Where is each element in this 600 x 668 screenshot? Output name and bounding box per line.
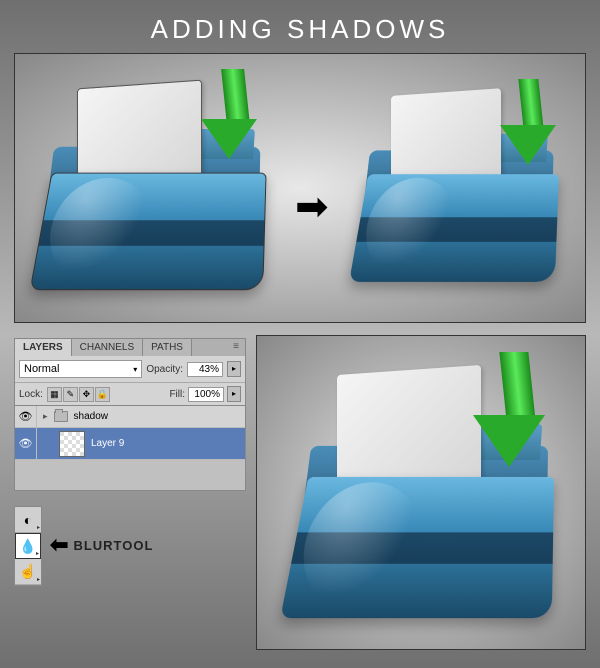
comparison-panel: ➡	[14, 53, 586, 323]
lock-position-icon[interactable]: ✥	[79, 387, 94, 402]
fill-input[interactable]: 100%	[188, 387, 224, 402]
eye-icon: 👁	[19, 410, 33, 423]
fill-label: Fill:	[169, 389, 185, 400]
page-title: ADDING SHADOWS	[0, 0, 600, 53]
eye-icon: 👁	[19, 437, 33, 450]
blend-mode-select[interactable]: Normal ▾	[19, 360, 142, 378]
folder-after	[345, 74, 575, 304]
download-arrow-icon	[481, 352, 553, 478]
expand-triangle-icon[interactable]: ▸	[43, 411, 48, 422]
layers-panel: LAYERS CHANNELS PATHS ≡ Normal ▾ Opacity…	[14, 338, 246, 491]
result-panel	[256, 335, 586, 650]
panel-tabs: LAYERS CHANNELS PATHS ≡	[15, 339, 245, 356]
smudge-tool-icon[interactable]: ☝▸	[15, 559, 41, 585]
panel-menu-icon[interactable]: ≡	[227, 339, 245, 356]
layer-row[interactable]: 👁 Layer 9	[15, 428, 245, 460]
layer-group-row[interactable]: 👁 ▸ shadow	[15, 406, 245, 428]
lock-transparent-icon[interactable]: ▦	[47, 387, 62, 402]
transition-arrow-icon: ➡	[295, 184, 329, 230]
blur-tool-callout: ⬅ BLURTOOL	[50, 532, 153, 558]
tab-layers[interactable]: LAYERS	[15, 339, 72, 356]
layer-name: Layer 9	[91, 438, 124, 449]
chevron-down-icon: ▾	[133, 365, 137, 374]
visibility-toggle[interactable]: 👁	[15, 428, 37, 459]
lock-label: Lock:	[19, 389, 43, 400]
visibility-toggle[interactable]: 👁	[15, 406, 37, 427]
layers-empty-area	[15, 460, 245, 490]
blur-tool-label: BLURTOOL	[73, 538, 153, 553]
lock-all-icon[interactable]: 🔒	[95, 387, 110, 402]
layer-thumbnail	[59, 431, 85, 457]
opacity-label: Opacity:	[146, 364, 183, 375]
opacity-input[interactable]: 43%	[187, 362, 223, 377]
download-arrow-icon	[207, 69, 264, 169]
pointer-arrow-icon: ⬅	[50, 532, 69, 558]
dodge-tool-icon[interactable]: ◐▸	[15, 507, 41, 533]
tools-strip: ◐▸ 💧▸ ☝▸	[14, 506, 42, 586]
lock-paint-icon[interactable]: ✎	[63, 387, 78, 402]
folder-icon	[54, 411, 68, 422]
tab-channels[interactable]: CHANNELS	[72, 339, 143, 356]
blend-mode-value: Normal	[24, 363, 59, 375]
fill-flyout-icon[interactable]: ▸	[227, 386, 241, 402]
tab-paths[interactable]: PATHS	[143, 339, 192, 356]
group-name: shadow	[74, 411, 108, 422]
blur-tool-icon[interactable]: 💧▸	[15, 533, 41, 559]
download-arrow-icon	[506, 79, 557, 171]
folder-result	[277, 346, 577, 646]
opacity-flyout-icon[interactable]: ▸	[227, 361, 241, 377]
folder-before	[25, 64, 285, 314]
